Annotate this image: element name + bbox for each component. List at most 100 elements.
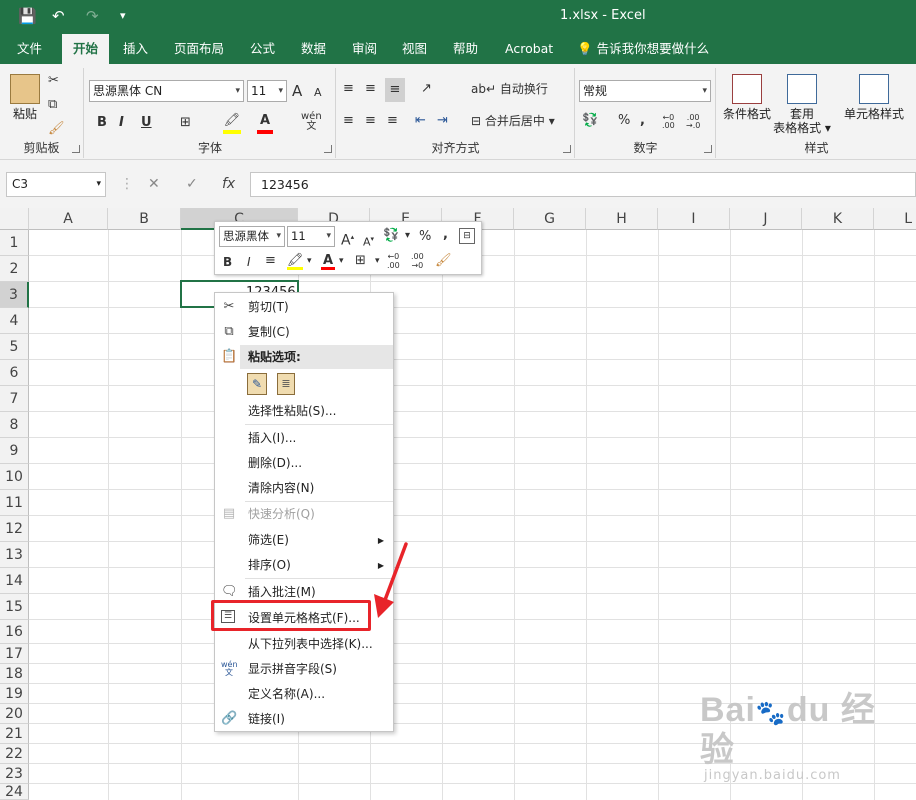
chevron-down-icon[interactable]: ▾ (339, 252, 344, 270)
underline-button[interactable]: U (141, 114, 152, 132)
cut-icon[interactable]: ✂ (48, 72, 59, 90)
tab-review[interactable]: 审阅 (341, 34, 388, 64)
row-header-6[interactable]: 6 (0, 360, 29, 386)
alignment-launcher-icon[interactable] (563, 145, 571, 153)
tab-help[interactable]: 帮助 (442, 34, 489, 64)
chevron-down-icon[interactable]: ▾ (405, 227, 410, 245)
column-header-j[interactable]: J (730, 208, 802, 230)
tab-data[interactable]: 数据 (290, 34, 337, 64)
mini-format-painter-icon[interactable]: 🖌 (435, 252, 452, 270)
menu-item-define-name[interactable]: 定义名称(A)... (215, 682, 393, 707)
menu-item-show-phonetic[interactable]: wén 文显示拼音字段(S) (215, 657, 393, 682)
orientation-icon[interactable]: ↗ (421, 80, 432, 98)
increase-indent-icon[interactable]: ⇥ (437, 112, 448, 130)
increase-decimal-icon[interactable]: ←0.00 (662, 114, 675, 130)
number-format-select[interactable]: 常规 ▾ (579, 80, 711, 102)
cancel-edit-icon[interactable]: ✕ (148, 176, 160, 192)
align-bottom-icon[interactable]: ≡ (385, 78, 405, 102)
menu-item-pick-from-list[interactable]: 从下拉列表中选择(K)... (215, 632, 393, 657)
tab-home[interactable]: 开始 (62, 34, 110, 64)
column-header-i[interactable]: I (658, 208, 730, 230)
formula-input[interactable]: 123456 (250, 172, 916, 197)
row-header-11[interactable]: 11 (0, 490, 29, 516)
mini-font-select[interactable]: 思源黑体 ▾ (219, 226, 285, 247)
decrease-decimal-icon[interactable]: .00 →.0 (686, 114, 700, 130)
row-header-23[interactable]: 23 (0, 764, 29, 784)
column-header-g[interactable]: G (514, 208, 586, 230)
insert-function-icon[interactable]: fx (222, 176, 235, 192)
mini-comma-button[interactable]: , (443, 226, 448, 244)
align-center-icon[interactable]: ≡ (365, 112, 376, 130)
row-header-12[interactable]: 12 (0, 516, 29, 542)
menu-item-delete[interactable]: 删除(D)... (215, 451, 393, 476)
font-launcher-icon[interactable] (324, 145, 332, 153)
format-painter-icon[interactable]: 🖌 (48, 120, 65, 138)
font-color-icon[interactable]: A (257, 112, 273, 134)
row-header-17[interactable]: 17 (0, 644, 29, 664)
row-header-2[interactable]: 2 (0, 256, 29, 282)
row-header-13[interactable]: 13 (0, 542, 29, 568)
row-header-24[interactable]: 24 (0, 784, 29, 800)
mini-percent-button[interactable]: % (419, 228, 431, 246)
row-header-8[interactable]: 8 (0, 412, 29, 438)
menu-item-copy[interactable]: ⧉ 复制(C) (215, 320, 393, 345)
mini-grow-font-icon[interactable]: A▴ (341, 228, 354, 250)
chevron-down-icon[interactable]: ▾ (307, 252, 312, 270)
copy-icon[interactable]: ⧉ (48, 96, 57, 114)
clipboard-launcher-icon[interactable] (72, 145, 80, 153)
paste-button[interactable]: 粘贴 (8, 74, 42, 121)
format-as-table-button[interactable]: 套用 表格格式 ▾ (771, 74, 833, 135)
border-icon[interactable]: ⊞ (180, 114, 191, 132)
menu-item-paste-special[interactable]: 选择性粘贴(S)... (215, 399, 393, 424)
enter-edit-icon[interactable]: ✓ (186, 176, 198, 192)
tab-page-layout[interactable]: 页面布局 (163, 34, 235, 64)
merge-center-button[interactable]: ⊟ 合并后居中 ▾ (471, 112, 555, 130)
redo-icon[interactable]: ↷ (86, 7, 99, 25)
accounting-icon[interactable]: 💱 (582, 112, 598, 130)
row-header-4[interactable]: 4 (0, 308, 29, 334)
phonetic-icon[interactable]: wén 文 (301, 112, 322, 132)
paste-option-default-icon[interactable]: ✎ (247, 373, 267, 395)
conditional-formatting-button[interactable]: 条件格式 (719, 74, 775, 121)
bold-button[interactable]: B (97, 114, 107, 132)
menu-item-insert[interactable]: 插入(I)... (215, 426, 393, 451)
menu-item-clear-contents[interactable]: 清除内容(N) (215, 476, 393, 501)
tab-view[interactable]: 视图 (391, 34, 438, 64)
menu-item-cut[interactable]: ✂ 剪切(T) (215, 295, 393, 320)
chevron-down-icon[interactable]: ▾ (375, 252, 380, 270)
number-launcher-icon[interactable] (704, 145, 712, 153)
row-header-18[interactable]: 18 (0, 664, 29, 684)
row-header-1[interactable]: 1 (0, 230, 29, 256)
font-name-select[interactable]: 思源黑体 CN ▾ (89, 80, 244, 102)
mini-increase-decimal-icon[interactable]: ←0.00 (387, 252, 400, 270)
wrap-text-button[interactable]: ab↵ 自动换行 (471, 80, 548, 98)
mini-italic-button[interactable]: I (247, 253, 251, 271)
row-header-14[interactable]: 14 (0, 568, 29, 594)
tab-acrobat[interactable]: Acrobat (494, 34, 564, 64)
column-header-b[interactable]: B (108, 208, 181, 230)
undo-icon[interactable]: ↶ (52, 7, 65, 25)
align-left-icon[interactable]: ≡ (343, 112, 354, 130)
customize-quick-access-icon[interactable]: ▾ (120, 7, 126, 25)
mini-decrease-decimal-icon[interactable]: .00 →0 (411, 252, 424, 270)
mini-font-color-icon[interactable]: A (321, 252, 335, 270)
mini-shrink-font-icon[interactable]: A▾ (363, 230, 374, 252)
column-header-a[interactable]: A (29, 208, 108, 230)
mini-fill-color-icon[interactable]: 🖍 (287, 252, 304, 270)
mini-accounting-icon[interactable]: 💱 (383, 227, 399, 245)
mini-size-select[interactable]: 11 ▾ (287, 226, 335, 247)
align-middle-icon[interactable]: ≡ (365, 80, 376, 98)
row-header-9[interactable]: 9 (0, 438, 29, 464)
tell-me-search[interactable]: 💡 告诉我你想要做什么 (566, 34, 720, 64)
menu-item-link[interactable]: 🔗 链接(I) (215, 707, 393, 732)
column-header-k[interactable]: K (802, 208, 874, 230)
paste-option-values-icon[interactable]: ≣ (277, 373, 295, 395)
row-header-15[interactable]: 15 (0, 594, 29, 620)
mini-bold-button[interactable]: B (223, 253, 232, 271)
decrease-indent-icon[interactable]: ⇤ (415, 112, 426, 130)
row-header-21[interactable]: 21 (0, 724, 29, 744)
row-header-19[interactable]: 19 (0, 684, 29, 704)
save-icon[interactable]: 💾 (18, 7, 37, 25)
mini-border-icon[interactable]: ⊞ (355, 252, 366, 270)
font-size-select[interactable]: 11 ▾ (247, 80, 287, 102)
